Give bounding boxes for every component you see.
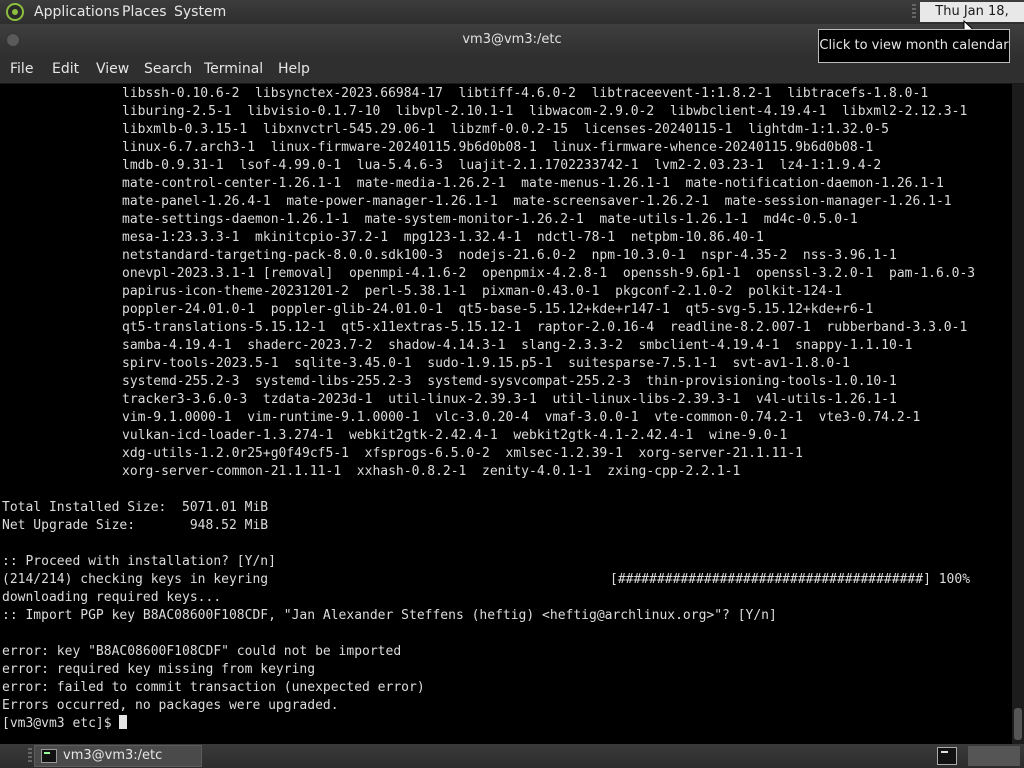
- terminal-scrollbar[interactable]: [1012, 84, 1024, 744]
- shell-prompt-line[interactable]: [vm3@vm3 etc]$: [2, 715, 128, 733]
- package-line: lmdb-0.9.31-1 lsof-4.99.0-1 lua-5.4.6-3 …: [122, 158, 882, 173]
- terminal-output[interactable]: libssh-0.10.6-2 libsynctex-2023.66984-17…: [0, 84, 1012, 744]
- calendar-tooltip: Click to view month calendar: [818, 29, 1010, 63]
- package-line: systemd-255.2-3 systemd-libs-255.2-3 sys…: [122, 374, 897, 389]
- net-upgrade-size: Net Upgrade Size: 948.52 MiB: [2, 518, 269, 533]
- error-line: error: key "B8AC08600F108CDF" could not …: [2, 644, 402, 659]
- distro-logo-icon[interactable]: [6, 3, 24, 21]
- window-titlebar[interactable]: vm3@vm3:/etc Click to view month calenda…: [0, 24, 1024, 63]
- errors-occurred-line: Errors occurred, no packages were upgrad…: [2, 698, 339, 713]
- package-line: liburing-2.5-1 libvisio-0.1.7-10 libvpl-…: [122, 104, 968, 119]
- package-line: papirus-icon-theme-20231201-2 perl-5.38.…: [122, 284, 843, 299]
- taskbar-item-terminal[interactable]: vm3@vm3:/etc: [34, 745, 202, 767]
- menu-edit[interactable]: Edit: [52, 61, 79, 77]
- downloading-keys-line: downloading required keys...: [2, 590, 222, 605]
- package-line: onevpl-2023.3.1-1 [removal] openmpi-4.1.…: [122, 266, 976, 281]
- package-line: poppler-24.01.0-1 poppler-glib-24.01.0-1…: [122, 302, 874, 317]
- shell-prompt: [vm3@vm3 etc]$: [2, 716, 120, 731]
- progress-bar-text: [#######################################…: [610, 572, 971, 587]
- text-cursor: [119, 715, 128, 729]
- menu-help[interactable]: Help: [278, 61, 310, 77]
- package-line: xdg-utils-1.2.0r25+g0f49cf5-1 xfsprogs-6…: [122, 446, 803, 461]
- package-line: libssh-0.10.6-2 libsynctex-2023.66984-17…: [122, 86, 929, 101]
- checking-keys-line: (214/214) checking keys in keyring: [2, 572, 269, 587]
- package-line: tracker3-3.6.0-3 tzdata-2023d-1 util-lin…: [122, 392, 897, 407]
- menu-terminal[interactable]: Terminal: [204, 61, 263, 77]
- top-panel: Applications Places System Thu Jan 18, 1…: [0, 0, 1024, 39]
- package-line: mate-settings-daemon-1.26.1-1 mate-syste…: [122, 212, 858, 227]
- total-installed-size: Total Installed Size: 5071.01 MiB: [2, 500, 269, 515]
- terminal-window: vm3@vm3:/etc Click to view month calenda…: [0, 24, 1024, 744]
- places-menu[interactable]: Places: [122, 4, 167, 20]
- taskbar-item-label: vm3@vm3:/etc: [63, 748, 163, 763]
- package-line: netstandard-targeting-pack-8.0.0.sdk100-…: [122, 248, 897, 263]
- show-desktop-icon[interactable]: [937, 747, 957, 765]
- package-line: mate-panel-1.26.4-1 mate-power-manager-1…: [122, 194, 952, 209]
- package-line: linux-6.7.arch3-1 linux-firmware-2024011…: [122, 140, 874, 155]
- taskbar-grip-handle[interactable]: [28, 748, 32, 764]
- package-line: libxmlb-0.3.15-1 libxnvctrl-545.29.06-1 …: [122, 122, 890, 137]
- workspace-switcher[interactable]: [968, 746, 1020, 766]
- package-line: mesa-1:23.3.3-1 mkinitcpio-37.2-1 mpg123…: [122, 230, 764, 245]
- error-line: error: failed to commit transaction (une…: [2, 680, 425, 695]
- proceed-prompt: :: Proceed with installation? [Y/n]: [2, 554, 276, 569]
- import-pgp-prompt: :: Import PGP key B8AC08600F108CDF, "Jan…: [2, 608, 777, 623]
- scrollbar-thumb[interactable]: [1014, 708, 1022, 740]
- package-line: xorg-server-common-21.1.11-1 xxhash-0.8.…: [122, 464, 741, 479]
- package-line: mate-control-center-1.26.1-1 mate-media-…: [122, 176, 944, 191]
- package-line: vulkan-icd-loader-1.3.274-1 webkit2gtk-2…: [122, 428, 788, 443]
- package-line: qt5-translations-5.15.12-1 qt5-x11extras…: [122, 320, 968, 335]
- clock[interactable]: Thu Jan 18, 17:11: [920, 2, 1024, 39]
- menu-search[interactable]: Search: [144, 61, 192, 77]
- terminal-icon: [41, 749, 57, 763]
- menu-file[interactable]: File: [10, 61, 33, 77]
- package-line: vim-9.1.0000-1 vim-runtime-9.1.0000-1 vl…: [122, 410, 921, 425]
- menu-view[interactable]: View: [96, 61, 129, 77]
- bottom-panel: vm3@vm3:/etc: [0, 744, 1024, 768]
- system-menu[interactable]: System: [174, 4, 226, 20]
- panel-grip-handle[interactable]: [912, 4, 916, 20]
- error-line: error: required key missing from keyring: [2, 662, 316, 677]
- applications-menu[interactable]: Applications: [34, 4, 120, 20]
- package-line: samba-4.19.4-1 shaderc-2023.7-2 shadow-4…: [122, 338, 913, 353]
- package-line: spirv-tools-2023.5-1 sqlite-3.45.0-1 sud…: [122, 356, 850, 371]
